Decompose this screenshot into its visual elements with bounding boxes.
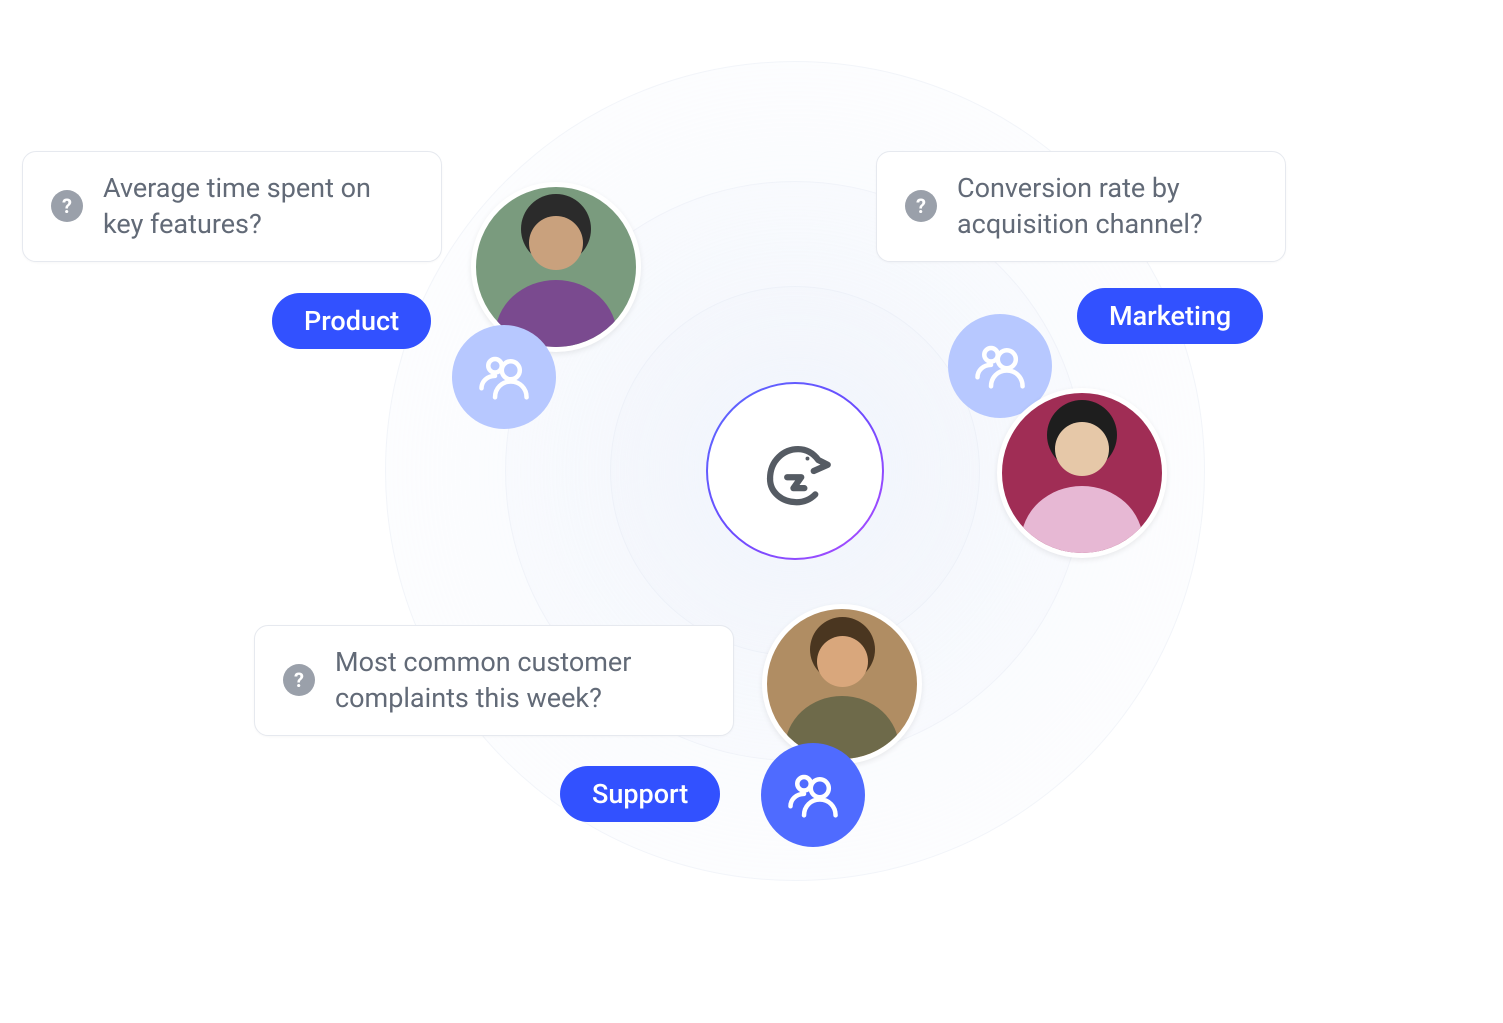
people-icon: [477, 350, 531, 404]
avatar-head: [1055, 422, 1109, 476]
question-icon: ?: [905, 190, 937, 222]
question-text-marketing: Conversion rate by acquisition channel?: [957, 170, 1257, 243]
avatar-head: [529, 216, 583, 270]
team-pill-marketing: Marketing: [1077, 288, 1263, 344]
team-pill-support: Support: [560, 766, 720, 822]
question-text-product: Average time spent on key features?: [103, 170, 413, 243]
center-logo-circle: [706, 382, 884, 560]
avatar-body: [1021, 486, 1143, 558]
avatar-support: [762, 604, 922, 764]
people-bubble-product: [452, 325, 556, 429]
team-pill-label: Marketing: [1109, 300, 1231, 332]
people-icon: [973, 339, 1027, 393]
team-pill-label: Support: [592, 778, 688, 810]
question-icon: ?: [283, 664, 315, 696]
question-icon: ?: [51, 190, 83, 222]
team-pill-product: Product: [272, 293, 431, 349]
people-icon: [786, 768, 840, 822]
team-pill-label: Product: [304, 305, 399, 337]
avatar-marketing: [997, 388, 1167, 558]
question-card-marketing: ? Conversion rate by acquisition channel…: [876, 151, 1286, 262]
people-bubble-support: [761, 743, 865, 847]
question-card-product: ? Average time spent on key features?: [22, 151, 442, 262]
question-card-support: ? Most common customer complaints this w…: [254, 625, 734, 736]
avatar-head: [817, 636, 868, 687]
question-text-support: Most common customer complaints this wee…: [335, 644, 705, 717]
bird-icon: [756, 432, 834, 510]
